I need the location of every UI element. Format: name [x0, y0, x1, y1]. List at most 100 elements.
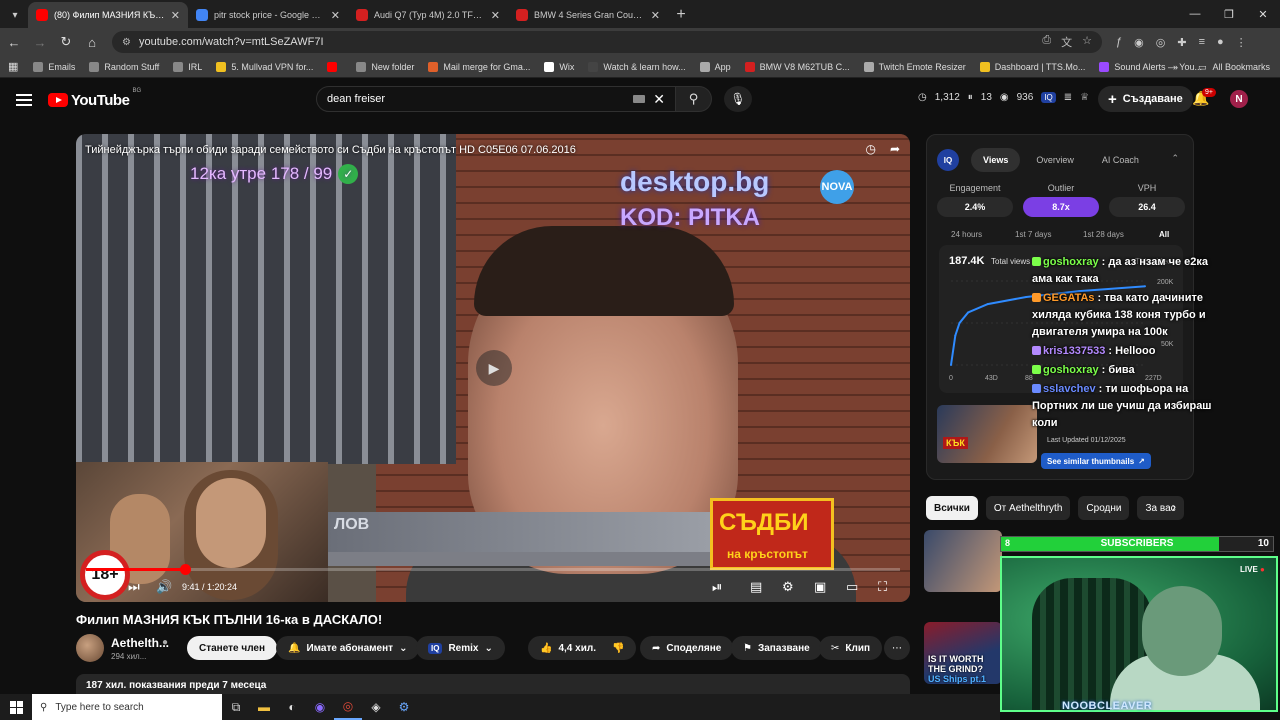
- bookmark-item[interactable]: Wix: [537, 61, 581, 72]
- recommended-video-thumbnail[interactable]: [924, 530, 1002, 592]
- play-icon[interactable]: ▶: [100, 579, 110, 595]
- more-actions-button[interactable]: ⋯: [884, 636, 910, 660]
- tab-close-icon[interactable]: ✕: [331, 9, 340, 22]
- back-icon[interactable]: ←: [2, 30, 26, 54]
- extensions-puzzle-icon[interactable]: ✚: [1177, 36, 1186, 49]
- browser-tab[interactable]: BMW 4 Series Gran Coupe (G26 ✕: [508, 2, 668, 28]
- browser-menu-icon[interactable]: ⋮: [1236, 36, 1247, 49]
- share-button[interactable]: ➦ Споделяне: [640, 636, 734, 660]
- thumbs-down-icon[interactable]: 👎: [612, 643, 624, 654]
- youtube-logo[interactable]: YouTube BG: [48, 88, 141, 109]
- all-bookmarks[interactable]: » ▭ All Bookmarks: [1173, 56, 1270, 78]
- browser-tab[interactable]: pitr stock price - Google Search ✕: [188, 2, 348, 28]
- create-button[interactable]: + Създаване: [1098, 86, 1193, 112]
- search-button[interactable]: ⚲: [676, 86, 712, 112]
- voice-search-button[interactable]: 🎙: [724, 86, 752, 112]
- volume-icon[interactable]: 🔊: [156, 579, 172, 595]
- video-player[interactable]: Тийнейджърка търпи обиди заради семейств…: [76, 134, 910, 602]
- bookmark-item[interactable]: [320, 61, 349, 72]
- site-info-icon[interactable]: ⚙: [122, 37, 131, 48]
- app-icon[interactable]: ◈: [362, 694, 390, 720]
- browser-tab[interactable]: (80) Филип МАЗНИЯ КЪК ПЪЛН ✕: [28, 2, 188, 28]
- search-value[interactable]: dean freiser: [327, 93, 633, 105]
- task-view-icon[interactable]: ⧉: [222, 694, 250, 720]
- channel-avatar[interactable]: [76, 634, 104, 662]
- range-all[interactable]: All: [1159, 230, 1169, 239]
- bookmark-item[interactable]: BMW V8 M62TUB C...: [738, 61, 857, 72]
- translate-icon[interactable]: 文: [1061, 34, 1072, 50]
- see-similar-button[interactable]: See similar thumbnails ↗: [1041, 453, 1151, 469]
- url-bar[interactable]: ⚙ youtube.com/watch?v=mtLSeZAWF7I ⎙ 文 ☆: [112, 31, 1102, 53]
- bookmark-item[interactable]: Random Stuff: [82, 61, 166, 72]
- bookmark-item[interactable]: Watch & learn how...: [581, 61, 692, 72]
- install-app-icon[interactable]: ⎙: [1042, 34, 1051, 50]
- save-button[interactable]: ⚑ Запазване: [731, 636, 822, 660]
- bookmark-item[interactable]: 5. Mullvad VPN for...: [209, 61, 320, 72]
- profile-icon[interactable]: ●: [1217, 36, 1224, 49]
- windows-start-icon[interactable]: [0, 694, 32, 720]
- browser-tab[interactable]: Audi Q7 (Typ 4M) 2.0 TFSI (252 ✕: [348, 2, 508, 28]
- chrome-icon[interactable]: ◎: [334, 694, 362, 720]
- tab-overview[interactable]: Overview: [1024, 148, 1086, 172]
- forward-icon[interactable]: →: [28, 30, 52, 54]
- like-button[interactable]: 👍 4,4 хил. 👎: [528, 636, 637, 660]
- bookmark-item[interactable]: Emails: [26, 61, 82, 72]
- hamburger-menu-icon[interactable]: [16, 94, 32, 106]
- tab-close-icon[interactable]: ✕: [171, 9, 180, 22]
- bookmark-star-icon[interactable]: ☆: [1082, 34, 1092, 50]
- apps-grid-icon[interactable]: ▦: [8, 60, 18, 73]
- tab-ai-coach[interactable]: AI Coach: [1090, 148, 1151, 172]
- file-explorer-icon[interactable]: ▬: [250, 694, 278, 720]
- app-icon[interactable]: ◉: [306, 694, 334, 720]
- close-window-icon[interactable]: ✕: [1246, 0, 1280, 28]
- chevron-up-icon[interactable]: ⌃: [1171, 153, 1179, 164]
- list-icon[interactable]: ≣: [1064, 92, 1072, 103]
- bookmark-item[interactable]: IRL: [166, 61, 209, 72]
- extension-icon[interactable]: ◎: [1156, 36, 1166, 49]
- steam-icon[interactable]: ⚙: [390, 694, 418, 720]
- range-24-hours[interactable]: 24 hours: [951, 230, 982, 239]
- bookmark-item[interactable]: App: [693, 61, 738, 72]
- keyboard-icon[interactable]: [633, 95, 646, 103]
- subtitles-icon[interactable]: ▤: [750, 579, 762, 595]
- tab-views[interactable]: Views: [971, 148, 1021, 172]
- bookmark-item[interactable]: Twitch Emote Resizer: [857, 61, 973, 72]
- media-icon[interactable]: ≡: [1199, 36, 1205, 49]
- reload-icon[interactable]: ↻: [54, 30, 78, 54]
- search-input[interactable]: dean freiser ✕: [316, 86, 676, 112]
- progress-bar[interactable]: [86, 564, 900, 575]
- taskbar-search-input[interactable]: ⚲ Type here to search: [32, 694, 222, 720]
- range-28-days[interactable]: 1st 28 days: [1083, 230, 1124, 239]
- range-7-days[interactable]: 1st 7 days: [1015, 230, 1051, 239]
- theater-mode-icon[interactable]: ▭: [846, 579, 858, 595]
- miniplayer-icon[interactable]: ▣: [814, 579, 826, 595]
- remix-button[interactable]: IQ Remix ⌄: [416, 636, 505, 660]
- subscribed-button[interactable]: 🔔 Имате абонамент ⌄: [276, 636, 420, 660]
- fullscreen-icon[interactable]: ⛶: [878, 579, 887, 595]
- join-button[interactable]: Станете член: [187, 636, 278, 660]
- channel-name[interactable]: Aethelth...: [111, 636, 169, 650]
- extension-icon[interactable]: ◉: [1134, 36, 1144, 49]
- clip-button[interactable]: ✂ Клип: [819, 636, 883, 660]
- bookmark-item[interactable]: Mail merge for Gma...: [421, 61, 537, 72]
- iq-icon[interactable]: IQ: [1041, 92, 1056, 103]
- new-tab-button[interactable]: +: [668, 2, 694, 28]
- clear-search-icon[interactable]: ✕: [653, 91, 665, 108]
- account-avatar[interactable]: N: [1230, 90, 1248, 108]
- next-icon[interactable]: ⏭: [128, 579, 140, 595]
- chip-from-channel[interactable]: От Aethelthryth: [985, 496, 1071, 520]
- share-arrow-icon[interactable]: ➦: [890, 142, 900, 156]
- home-icon[interactable]: ⌂: [80, 30, 104, 54]
- tab-search-icon[interactable]: ▾: [2, 2, 28, 28]
- thumbnail-preview[interactable]: [937, 405, 1037, 463]
- minimize-icon[interactable]: —: [1178, 0, 1212, 28]
- tab-close-icon[interactable]: ✕: [491, 9, 500, 22]
- extension-icon[interactable]: ƒ: [1116, 36, 1122, 49]
- app-icon[interactable]: ◐: [278, 694, 306, 720]
- settings-gear-icon[interactable]: ⚙: [782, 579, 794, 595]
- trophy-icon[interactable]: ♕: [1080, 92, 1089, 103]
- bookmark-item[interactable]: New folder: [349, 61, 421, 72]
- center-play-icon[interactable]: ▶: [476, 350, 512, 386]
- chip-for-you[interactable]: За вас: [1137, 496, 1184, 520]
- autoplay-toggle-icon[interactable]: ⏯: [712, 579, 722, 595]
